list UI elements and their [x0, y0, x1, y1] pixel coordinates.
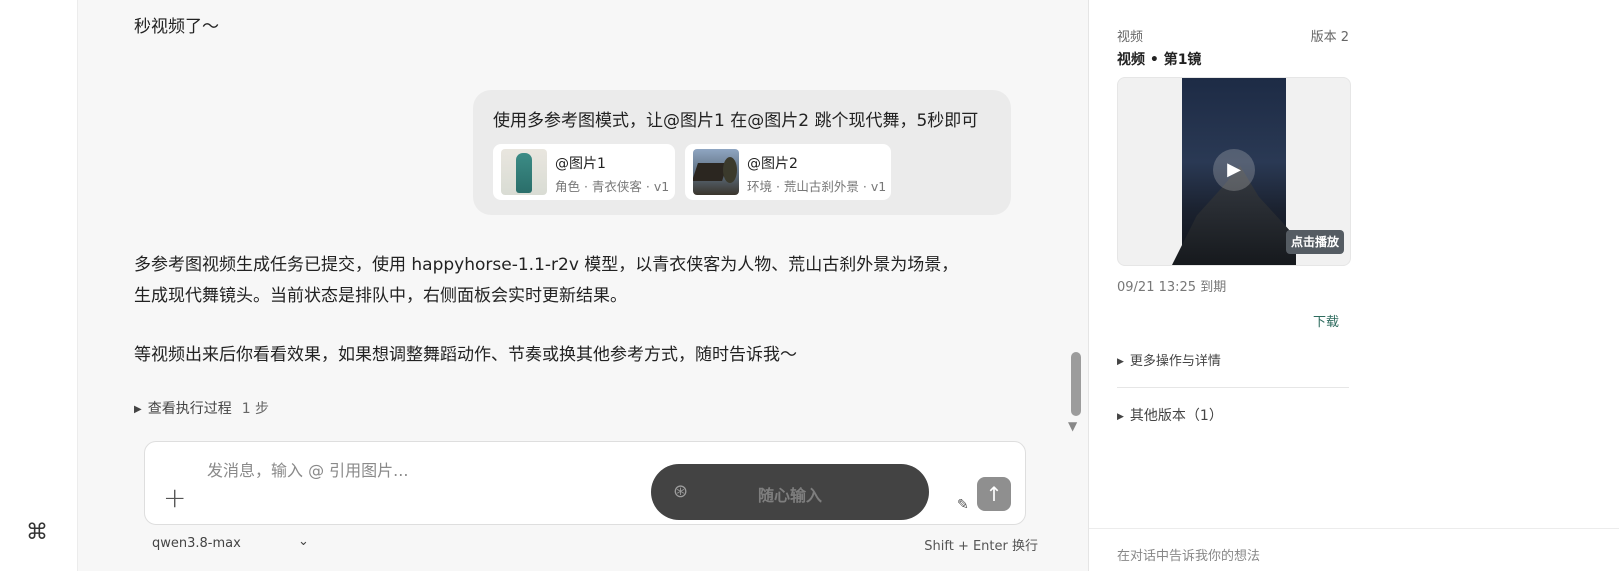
more-operations-toggle[interactable]: ▶ 更多操作与详情 — [1117, 350, 1221, 369]
view-execution-toggle[interactable]: ▶ 查看执行过程 1 步 — [134, 398, 269, 418]
expand-triangle-icon: ▶ — [1117, 412, 1124, 422]
more-operations-label: 更多操作与详情 — [1129, 354, 1221, 369]
video-preview[interactable]: ▶ 点击播放 — [1117, 77, 1351, 266]
chat-area: 秒视频了～ 使用多参考图模式，让@图片1 在@图片2 跳个现代舞，5秒即可 @图… — [78, 0, 1088, 571]
previous-message-tail: 秒视频了～ — [134, 17, 219, 37]
video-frame: ▶ — [1172, 78, 1296, 265]
panel-footer-divider — [1089, 528, 1619, 529]
reference-card-2[interactable]: @图片2 环境 · 荒山古刹外景 · v1 — [685, 144, 891, 200]
scroll-down-arrow-icon[interactable]: ▼ — [1068, 419, 1077, 433]
character-thumbnail — [501, 149, 547, 195]
expand-triangle-icon: ▶ — [134, 404, 142, 415]
expand-triangle-icon: ▶ — [1117, 357, 1124, 367]
reference-card-1[interactable]: @图片1 角色 · 青衣侠客 · v1 — [493, 144, 675, 200]
assistant-message-2: 等视频出来后你看看效果，如果想调整舞蹈动作、节奏或换其他参考方式，随时告诉我～ — [134, 345, 797, 365]
download-link[interactable]: 下载 — [1313, 311, 1339, 330]
reference-desc: 环境 · 荒山古刹外景 · v1 — [747, 179, 887, 194]
result-panel: 视频 版本 2 视频 • 第1镜 ▶ 点击播放 09/21 13:25 到期 下… — [1089, 0, 1619, 571]
panel-version: 版本 2 — [1310, 30, 1349, 45]
other-versions-toggle[interactable]: ▶ 其他版本（1） — [1117, 405, 1223, 425]
add-attachment-button[interactable]: + — [163, 484, 186, 512]
panel-footer-hint: 在对话中告诉我你的想法 — [1117, 549, 1261, 564]
panel-separator — [1117, 387, 1349, 388]
other-versions-label: 其他版本（1） — [1129, 408, 1223, 424]
command-icon[interactable]: ⌘ — [26, 520, 48, 545]
panel-category: 视频 — [1117, 30, 1144, 45]
user-message-bubble: 使用多参考图模式，让@图片1 在@图片2 跳个现代舞，5秒即可 @图片1 角色 … — [473, 90, 1011, 215]
left-rail: ⌘ — [0, 0, 78, 571]
voice-input-label: 随心输入 — [757, 486, 822, 505]
assistant-message-1: 多参考图视频生成任务已提交，使用 happyhorse-1.1-r2v 模型，以… — [134, 255, 959, 306]
chevron-down-icon[interactable]: ⌄ — [298, 534, 309, 549]
panel-title: 视频 • 第1镜 — [1117, 52, 1202, 68]
environment-thumbnail — [693, 149, 739, 195]
voice-input-pill[interactable]: ⊛ 随心输入 — [651, 464, 929, 520]
play-icon[interactable]: ▶ — [1213, 149, 1255, 191]
model-selector[interactable]: qwen3.8-max — [152, 536, 241, 551]
pen-icon[interactable]: ✎ — [957, 497, 969, 513]
reference-name: @图片1 — [555, 156, 606, 172]
expire-time: 09/21 13:25 到期 — [1117, 280, 1227, 295]
keyboard-hint: Shift + Enter 换行 — [924, 539, 1038, 554]
reference-name: @图片2 — [747, 156, 798, 172]
scrollbar-thumb[interactable] — [1071, 352, 1081, 416]
user-message-text: 使用多参考图模式，让@图片1 在@图片2 跳个现代舞，5秒即可 — [493, 111, 979, 131]
reference-desc: 角色 · 青衣侠客 · v1 — [555, 179, 670, 194]
execution-label: 查看执行过程 — [147, 401, 232, 417]
send-button[interactable]: ↑ — [977, 477, 1011, 511]
play-badge[interactable]: 点击播放 — [1286, 230, 1344, 254]
execution-steps: 1 步 — [241, 401, 270, 417]
